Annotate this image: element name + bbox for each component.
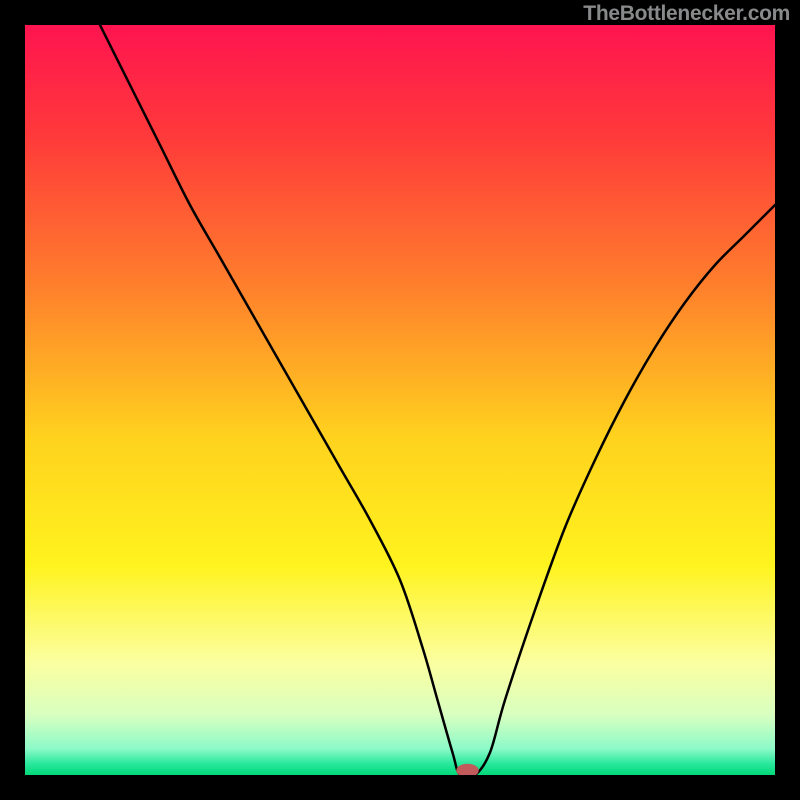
chart-svg bbox=[25, 25, 775, 775]
gradient-background bbox=[25, 25, 775, 775]
attribution-label: TheBottlenecker.com bbox=[583, 2, 790, 26]
chart-container: TheBottlenecker.com bbox=[0, 0, 800, 800]
plot-area bbox=[25, 25, 775, 775]
